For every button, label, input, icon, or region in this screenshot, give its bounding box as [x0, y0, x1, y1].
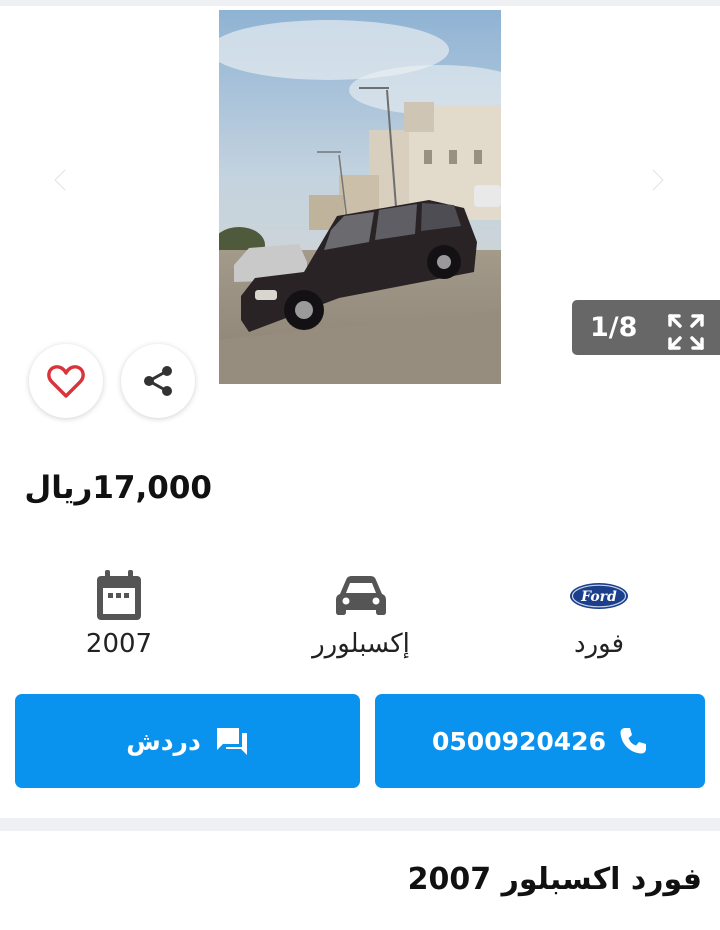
phone-icon: [618, 726, 648, 756]
spec-brand-value: فورد: [574, 629, 624, 659]
listing-title: فورد اكسبلور 2007: [407, 862, 702, 897]
favorite-button[interactable]: [29, 344, 103, 418]
phone-number: 0500920426: [432, 726, 606, 756]
calendar-icon: [97, 570, 141, 620]
chat-icon: [215, 726, 249, 756]
price-currency: ريال: [24, 470, 93, 506]
chat-button-label: دردش: [126, 726, 201, 756]
price-amount: 17,000: [92, 470, 212, 506]
next-photo-button[interactable]: [639, 162, 675, 198]
share-button[interactable]: [121, 344, 195, 418]
ford-logo-text: Ford: [580, 589, 617, 605]
car-photo[interactable]: [219, 10, 501, 384]
spec-model: إكسبلورر: [276, 565, 446, 659]
price: 17,000ريال: [0, 470, 212, 506]
photo-counter-fullscreen[interactable]: 1/8: [572, 300, 720, 355]
chevron-right-icon: [650, 167, 666, 193]
photo-counter: 1/8: [590, 312, 638, 343]
section-divider: [0, 818, 720, 831]
spec-model-value: إكسبلورر: [312, 629, 410, 659]
call-button[interactable]: 0500920426: [375, 694, 705, 788]
photo-gallery: 1/8: [0, 6, 720, 426]
spec-year-value: 2007: [85, 629, 153, 659]
chevron-left-icon: [52, 167, 68, 193]
chat-button[interactable]: دردش: [15, 694, 360, 788]
previous-photo-button[interactable]: [43, 162, 79, 198]
car-icon: [336, 576, 386, 615]
heart-icon: [47, 365, 85, 398]
share-icon: [144, 366, 172, 396]
spec-brand: Ford فورد: [514, 565, 684, 659]
spec-year: 2007: [34, 565, 204, 659]
fullscreen-icon: [668, 314, 704, 350]
ford-logo: Ford: [570, 583, 628, 609]
